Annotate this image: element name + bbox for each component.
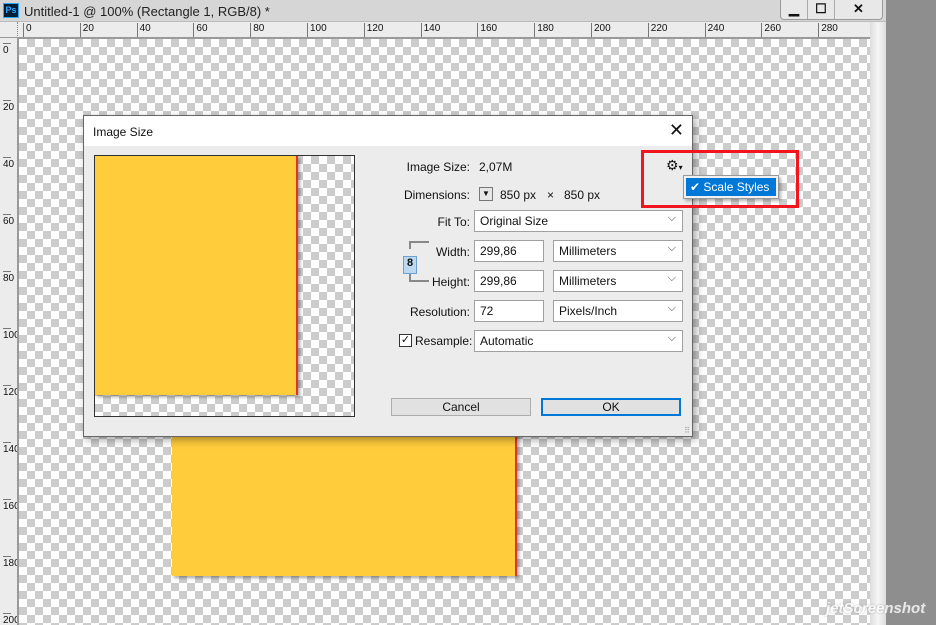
image-preview[interactable]	[94, 155, 355, 417]
height-unit-value: Millimeters	[559, 274, 617, 288]
resolution-input[interactable]: 72	[474, 300, 544, 322]
resize-grip-icon[interactable]: ⠿	[684, 426, 690, 435]
ruler-tick-label: 240	[704, 23, 724, 37]
ruler-tick-label: 160	[477, 23, 497, 37]
dimensions-height: 850 px	[564, 188, 601, 202]
ruler-tick-label: 220	[647, 23, 667, 37]
ruler-tick-label: 0	[3, 43, 11, 56]
window-controls: ▁ ☐ ✕	[780, 0, 883, 20]
cancel-button[interactable]: Cancel	[391, 398, 531, 416]
resample-value: Automatic	[480, 334, 534, 348]
ruler-tick-label: 180	[534, 23, 554, 37]
ruler-tick-label: 40	[136, 23, 151, 37]
left-ruler[interactable]: 0 20 40 60 80 100 120 140 160 180 200	[0, 38, 18, 625]
ruler-tick-label: 200	[3, 613, 17, 625]
scale-styles-label: Scale Styles	[703, 180, 770, 194]
chevron-down-icon: ⌵	[667, 242, 676, 254]
ruler-tick-label: 260	[761, 23, 781, 37]
chevron-down-icon: ⌵	[667, 332, 676, 344]
fit-to-value: Original Size	[480, 214, 549, 228]
ruler-tick-label: 120	[3, 385, 17, 398]
width-label: Width:	[435, 245, 470, 259]
preview-rectangle	[95, 156, 298, 395]
ruler-tick-label: 200	[591, 23, 611, 37]
close-window-button[interactable]: ✕	[835, 0, 882, 19]
width-unit-value: Millimeters	[559, 244, 617, 258]
ruler-tick-label: 60	[193, 23, 208, 37]
top-ruler[interactable]: 0 20 40 60 80 100 120 140 160 180 200 220 240 260 280	[18, 22, 870, 38]
ruler-tick-label: 80	[3, 271, 15, 284]
workspace-background	[886, 0, 936, 625]
dialog-close-button[interactable]: ✕	[669, 120, 684, 141]
ruler-tick-label: 20	[3, 100, 15, 113]
ruler-tick-label: 60	[3, 214, 15, 227]
checkmark-icon: ✔	[690, 180, 704, 194]
ruler-tick-label: 120	[363, 23, 383, 37]
chevron-down-icon: ⌵	[667, 302, 676, 314]
dimensions-times: ×	[547, 188, 555, 202]
resolution-label: Resolution:	[409, 305, 470, 319]
ruler-tick-label: 100	[307, 23, 327, 37]
chevron-down-icon: ⌵	[667, 272, 676, 284]
resolution-unit-value: Pixels/Inch	[559, 304, 618, 318]
ruler-tick-label: 0	[23, 23, 32, 37]
ruler-tick-label: 80	[250, 23, 264, 37]
ok-button[interactable]: OK	[541, 398, 681, 416]
chevron-down-icon: ⌵	[667, 212, 676, 224]
width-unit-select[interactable]: Millimeters ⌵	[553, 240, 683, 262]
menu-item-scale-styles[interactable]: ✔ Scale Styles	[686, 178, 776, 196]
ruler-tick-label: 140	[3, 442, 17, 455]
dimensions-width: 850 px	[500, 188, 537, 202]
gear-menu: ✔ Scale Styles	[683, 175, 779, 199]
maximize-button[interactable]: ☐	[808, 0, 835, 19]
watermark-logo: jetScreenshot	[826, 600, 926, 617]
resolution-unit-select[interactable]: Pixels/Inch ⌵	[553, 300, 683, 322]
resample-label: Resample:	[415, 334, 473, 348]
ruler-tick-label: 20	[79, 23, 94, 37]
image-size-label: Image Size:	[406, 160, 470, 174]
vertical-scrollbar[interactable]	[870, 22, 886, 625]
ruler-tick-label: 140	[420, 23, 440, 37]
ruler-tick-label: 100	[3, 328, 17, 341]
photoshop-logo-icon: Ps	[3, 3, 19, 18]
ruler-tick-label: 280	[818, 23, 838, 37]
minimize-button[interactable]: ▁	[781, 0, 808, 19]
ruler-tick-label: 40	[3, 157, 15, 170]
width-input[interactable]: 299,86	[474, 240, 544, 262]
ruler-tick-label: 180	[3, 556, 17, 569]
resample-select[interactable]: Automatic ⌵	[474, 330, 683, 352]
dimensions-label: Dimensions:	[403, 188, 470, 202]
height-label: Height:	[431, 275, 470, 289]
window-titlebar: Ps Untitled-1 @ 100% (Rectangle 1, RGB/8…	[0, 0, 886, 22]
ruler-tick-label: 160	[3, 499, 17, 512]
dimensions-dropdown-icon[interactable]: ▼	[479, 187, 493, 201]
height-input[interactable]: 299,86	[474, 270, 544, 292]
resample-checkbox[interactable]: ✓	[399, 334, 412, 347]
dialog-titlebar: Image Size ✕	[84, 116, 692, 146]
fit-to-select[interactable]: Original Size ⌵	[474, 210, 683, 232]
image-size-value: 2,07M	[479, 160, 513, 174]
height-unit-select[interactable]: Millimeters ⌵	[553, 270, 683, 292]
dialog-title: Image Size	[93, 125, 154, 139]
image-size-dialog: Image Size ✕ Image Size: 2,07M ⚙▾ Dimens…	[83, 115, 693, 437]
document-title: Untitled-1 @ 100% (Rectangle 1, RGB/8) *	[24, 4, 270, 19]
fit-to-label: Fit To:	[437, 215, 470, 229]
ruler-origin[interactable]	[0, 22, 18, 38]
